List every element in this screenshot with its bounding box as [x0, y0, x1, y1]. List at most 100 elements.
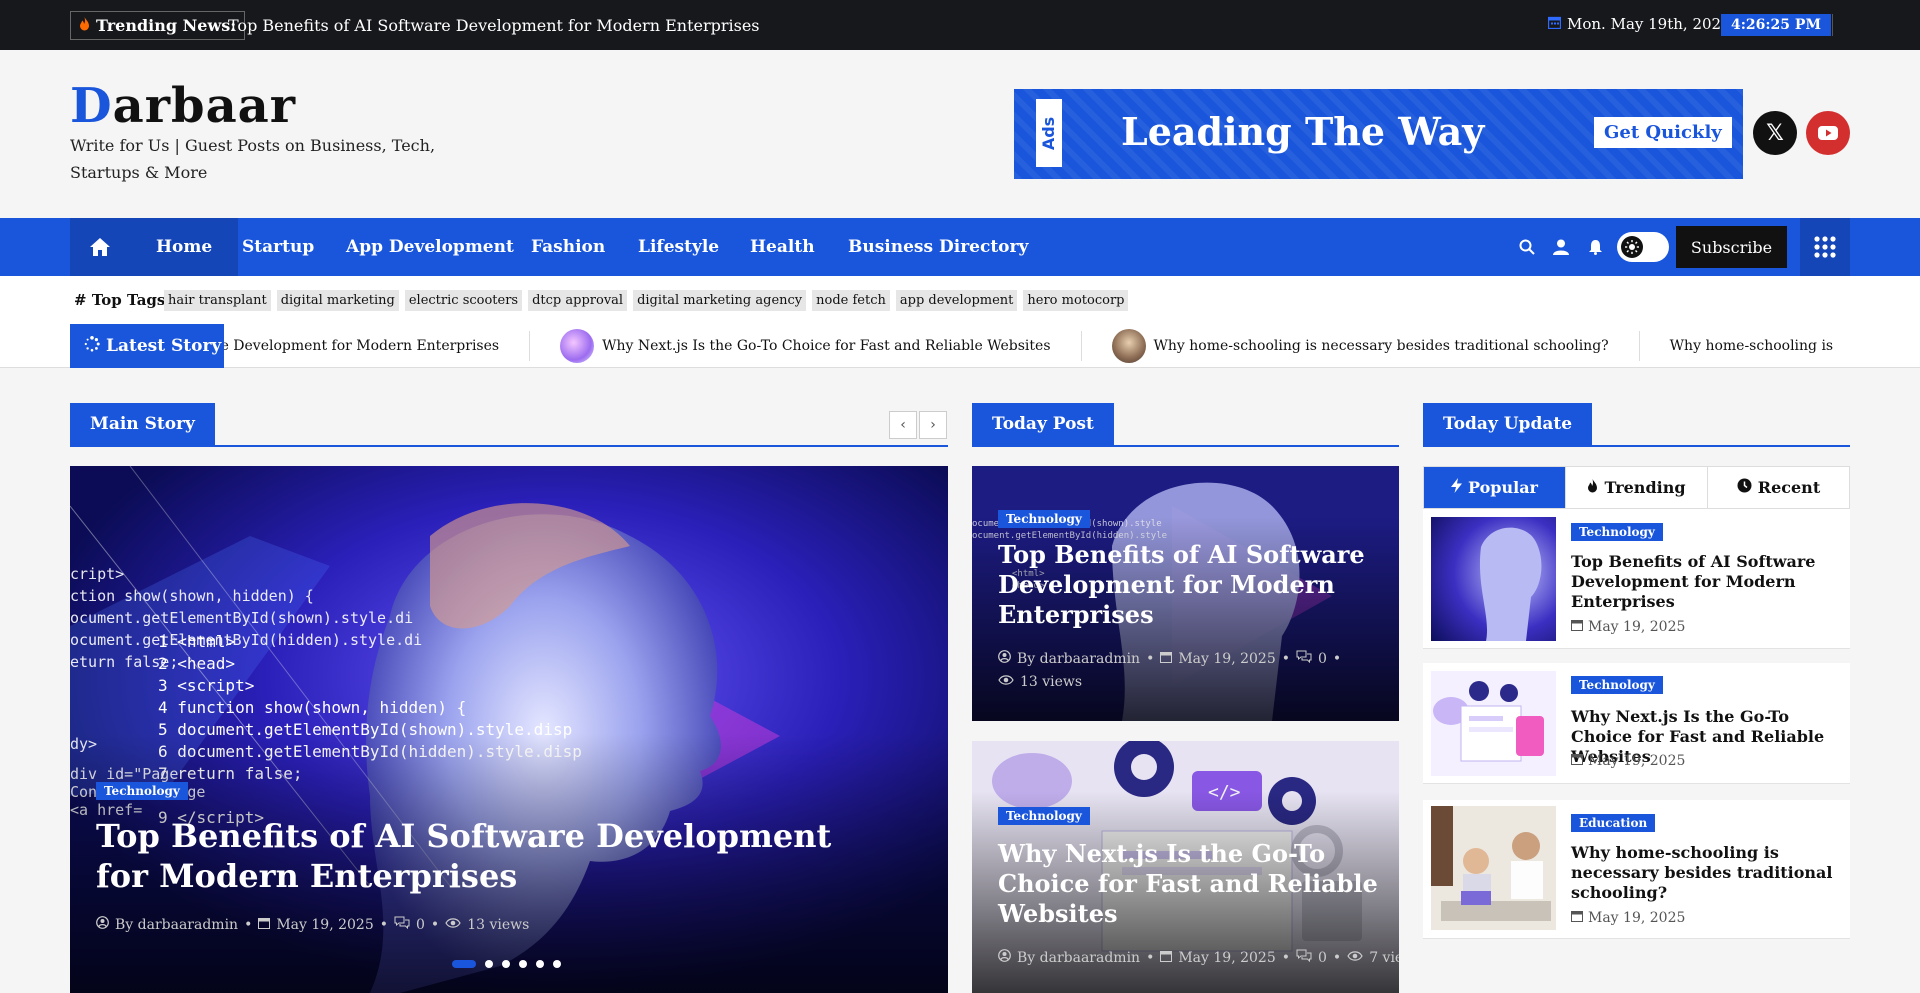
author-link[interactable]: By darbaaradmin — [1017, 950, 1140, 966]
comment-count: 0 — [416, 916, 425, 933]
nav-item-startup[interactable]: Startup — [242, 218, 314, 276]
main-story-title: Main Story — [70, 403, 215, 445]
post-thumbnail — [1431, 806, 1556, 930]
logo-rest: arbaar — [112, 78, 297, 134]
tag-link[interactable]: dtcp approval — [528, 290, 628, 311]
slider-dot[interactable] — [485, 960, 493, 968]
hero-title[interactable]: Top Benefits of AI Software Development … — [96, 816, 876, 896]
post-date: May 19, 2025 — [276, 916, 374, 933]
nav-item-app-development[interactable]: App Development — [346, 218, 514, 276]
slider-dot[interactable] — [536, 960, 544, 968]
current-time: 4:26:25 PM — [1721, 14, 1831, 36]
nav-item-lifestyle[interactable]: Lifestyle — [638, 218, 719, 276]
post-date: May 19, 2025 — [1178, 650, 1276, 667]
ticker-item[interactable]: Why Next.js Is the Go-To Choice for Fast… — [530, 329, 1082, 363]
ticker-item-title: Why home-schooling is necessary besides … — [1153, 338, 1609, 354]
tag-link[interactable]: digital marketing agency — [633, 290, 807, 311]
category-badge[interactable]: Technology — [998, 807, 1090, 825]
top-bar: Trending News: Top Benefits of AI Softwa… — [0, 0, 1920, 50]
site-logo[interactable]: Darbaar — [70, 78, 296, 134]
ticker-item[interactable]: Top Benefits of AI Software Development … — [224, 331, 531, 361]
post-thumbnail — [1431, 517, 1556, 641]
category-badge[interactable]: Technology — [96, 782, 188, 800]
post-date-text: May 19, 2025 — [1588, 619, 1686, 635]
slider-dot[interactable] — [519, 960, 527, 968]
sidebar-post-item[interactable]: Technology Why Next.js Is the Go-To Choi… — [1423, 663, 1850, 784]
tag-link[interactable]: hero motocorp — [1023, 290, 1129, 311]
author-link[interactable]: By darbaaradmin — [115, 917, 238, 933]
tags-and-latest-bar: # Top Tags hair transplant digital marke… — [0, 276, 1920, 368]
tab-label: Trending — [1604, 478, 1686, 497]
post-thumbnail — [1431, 671, 1556, 776]
spinner-icon — [84, 335, 100, 357]
eye-icon — [998, 674, 1014, 690]
trending-label-text: Trending News: — [96, 16, 237, 35]
tab-trending[interactable]: Trending — [1566, 467, 1708, 508]
sidebar-post-item[interactable]: Education Why home-schooling is necessar… — [1423, 800, 1850, 939]
ticker-item-title: Why Next.js Is the Go-To Choice for Fast… — [602, 338, 1051, 354]
author-link[interactable]: By darbaaradmin — [1017, 651, 1140, 667]
slider-dot[interactable] — [502, 960, 510, 968]
ad-banner[interactable]: Ads Leading The Way Get Quickly — [1014, 89, 1743, 179]
tag-link[interactable]: node fetch — [812, 290, 890, 311]
post-meta: By darbaaradmin • May 19, 2025 • 0 • — [998, 650, 1341, 667]
slider-pagination — [452, 960, 561, 968]
post-title[interactable]: Top Benefits of AI Software Development … — [1571, 552, 1841, 612]
chevron-right-icon[interactable]: › — [919, 411, 947, 439]
current-date-text: Mon. May 19th, 2025 — [1567, 15, 1731, 33]
category-badge[interactable]: Technology — [1571, 523, 1663, 541]
post-title[interactable]: Top Benefits of AI Software Development … — [998, 540, 1378, 630]
post-title[interactable]: Why Next.js Is the Go-To Choice for Fast… — [998, 839, 1378, 929]
comment-count: 0 — [1318, 650, 1327, 667]
nav-item-home[interactable]: Home — [130, 218, 239, 276]
svg-text:ocument.getElementById(hidden): ocument.getElementById(hidden).style.di — [70, 631, 422, 649]
search-icon[interactable] — [1516, 236, 1538, 258]
main-story-slider[interactable]: cript> ction show(shown, hidden) { ocume… — [70, 466, 948, 993]
ad-tag: Ads — [1036, 99, 1062, 167]
chevron-left-icon[interactable]: ‹ — [889, 411, 917, 439]
nav-item-fashion[interactable]: Fashion — [531, 218, 605, 276]
clock-icon — [1737, 478, 1752, 497]
svg-text:4 function show(shown, hidden: 4 function show(shown, hidden) { — [158, 698, 466, 717]
tag-link[interactable]: digital marketing — [276, 290, 399, 311]
today-post-card[interactable]: ocument.getElementById(shown).style ocum… — [972, 466, 1399, 721]
tab-label: Popular — [1468, 478, 1538, 497]
ticker-item[interactable]: Why home-schooling is necessary besides … — [1082, 329, 1640, 363]
calendar-icon — [1571, 753, 1583, 769]
nav-item-business-directory[interactable]: Business Directory — [848, 218, 1028, 276]
ad-cta-button[interactable]: Get Quickly — [1594, 117, 1732, 148]
dark-mode-toggle[interactable] — [1617, 232, 1669, 262]
tag-link[interactable]: hair transplant — [164, 290, 271, 311]
user-icon[interactable] — [1550, 236, 1572, 258]
latest-story-label-text: Latest Story — [106, 336, 222, 356]
ticker-item[interactable]: Why home-schooling is — [1640, 331, 1850, 361]
subscribe-button[interactable]: Subscribe — [1676, 226, 1787, 268]
meta-separator: • — [244, 916, 253, 933]
tab-popular[interactable]: Popular — [1424, 467, 1566, 508]
ad-tag-text: Ads — [1039, 116, 1059, 150]
nav-item-health[interactable]: Health — [750, 218, 815, 276]
eye-icon — [445, 917, 461, 933]
x-twitter-icon[interactable]: 𝕏 — [1753, 111, 1797, 155]
slider-dot[interactable] — [452, 960, 476, 968]
tag-link[interactable]: app development — [895, 290, 1018, 311]
bell-icon[interactable] — [1584, 236, 1606, 258]
sidebar-post-item[interactable]: Technology Top Benefits of AI Software D… — [1423, 509, 1850, 649]
tag-link[interactable]: electric scooters — [404, 290, 523, 311]
hero-meta: By darbaaradmin • May 19, 2025 • 0 • 13 … — [96, 916, 529, 933]
user-circle-icon — [998, 949, 1011, 966]
tab-recent[interactable]: Recent — [1708, 467, 1849, 508]
category-badge[interactable]: Education — [1571, 814, 1656, 832]
today-post-header: Today Post — [972, 403, 1399, 447]
svg-text:2 <head>: 2 <head> — [158, 654, 235, 673]
category-badge[interactable]: Technology — [1571, 676, 1663, 694]
post-title[interactable]: Why home-schooling is necessary besides … — [1571, 843, 1841, 903]
home-icon[interactable] — [70, 218, 130, 276]
grid-menu-icon[interactable] — [1800, 218, 1850, 276]
category-badge[interactable]: Technology — [998, 510, 1090, 528]
today-post-card[interactable]: </> Technology Why Next.js Is the Go-To … — [972, 741, 1399, 993]
main-story-header: Main Story ‹ › — [70, 403, 948, 447]
slider-dot[interactable] — [553, 960, 561, 968]
trending-headline-link[interactable]: Top Benefits of AI Software Development … — [228, 16, 760, 35]
youtube-icon[interactable] — [1806, 111, 1850, 155]
